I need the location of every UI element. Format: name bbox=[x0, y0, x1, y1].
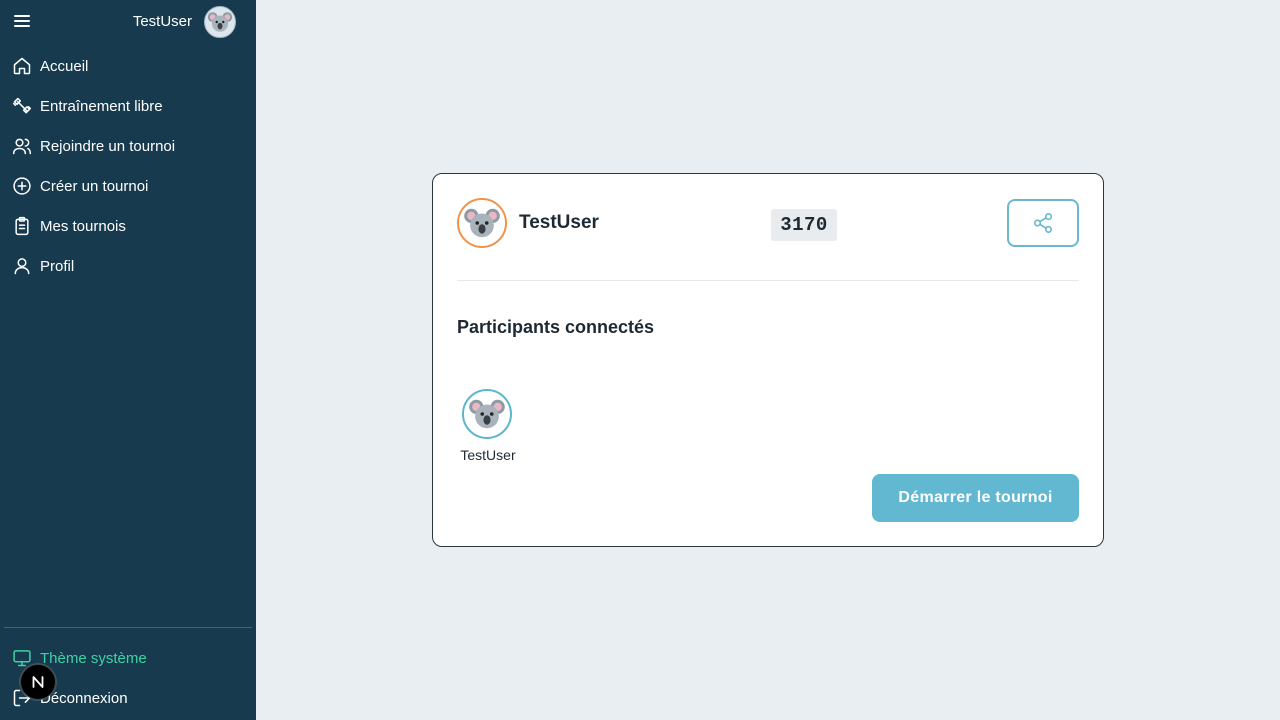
user-icon bbox=[12, 256, 32, 276]
participant-name: TestUser bbox=[460, 447, 516, 463]
clipboard-icon bbox=[12, 216, 32, 236]
koala-avatar-icon[interactable] bbox=[204, 6, 236, 38]
sidebar-item-label: Entraînement libre bbox=[40, 97, 163, 115]
share-button[interactable] bbox=[1007, 199, 1079, 247]
logout-label: Déconnexion bbox=[40, 689, 128, 707]
sidebar-item-label: Accueil bbox=[40, 57, 89, 75]
host-name: TestUser bbox=[519, 212, 599, 233]
users-icon bbox=[12, 136, 32, 156]
sidebar-item-profil[interactable]: Profil bbox=[0, 246, 256, 286]
sidebar-nav: Accueil Entraînement libre Rejoindre un … bbox=[0, 46, 256, 286]
start-tournament-button[interactable]: Démarrer le tournoi bbox=[872, 474, 1079, 522]
sidebar-header: TestUser bbox=[0, 0, 256, 44]
sidebar-item-label: Créer un tournoi bbox=[40, 177, 149, 195]
next-logo-icon bbox=[32, 676, 44, 688]
sidebar: TestUser Accueil Entraînement libre Rejo… bbox=[0, 0, 256, 720]
sidebar-item-label: Mes tournois bbox=[40, 217, 126, 235]
plus-circle-icon bbox=[12, 176, 32, 196]
sidebar-item-mes-tournois[interactable]: Mes tournois bbox=[0, 206, 256, 246]
header-username: TestUser bbox=[132, 13, 192, 30]
tournament-lobby-card: TestUser 3170 Participants connectés Tes… bbox=[432, 173, 1104, 547]
koala-avatar-icon bbox=[457, 198, 507, 248]
sidebar-item-rejoindre[interactable]: Rejoindre un tournoi bbox=[0, 126, 256, 166]
home-icon bbox=[12, 56, 32, 76]
participant-item: TestUser bbox=[457, 389, 519, 463]
sidebar-item-creer[interactable]: Créer un tournoi bbox=[0, 166, 256, 206]
theme-label: Thème système bbox=[40, 649, 147, 667]
sidebar-item-label: Rejoindre un tournoi bbox=[40, 137, 176, 155]
dumbbell-icon bbox=[12, 96, 32, 116]
tournament-code: 3170 bbox=[771, 209, 837, 241]
koala-avatar-icon bbox=[462, 389, 512, 439]
next-dev-badge[interactable] bbox=[20, 664, 56, 700]
sidebar-item-label: Profil bbox=[40, 257, 75, 275]
sidebar-item-accueil[interactable]: Accueil bbox=[0, 46, 256, 86]
sidebar-item-entrainement[interactable]: Entraînement libre bbox=[0, 86, 256, 126]
sidebar-divider bbox=[4, 627, 252, 628]
hamburger-menu-icon[interactable] bbox=[13, 12, 31, 32]
participants-title: Participants connectés bbox=[457, 317, 655, 337]
share-icon bbox=[1033, 213, 1053, 233]
card-divider bbox=[457, 280, 1079, 281]
